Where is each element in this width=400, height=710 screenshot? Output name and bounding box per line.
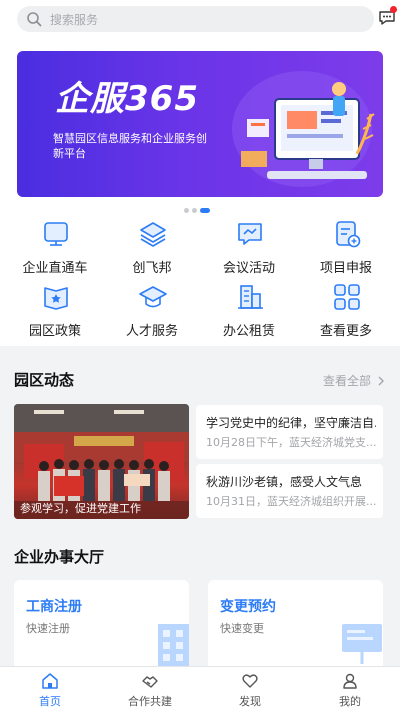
tab-cooperation[interactable]: 合作共建 xyxy=(100,667,200,710)
news-title: 学习党史中的纪律，坚守廉洁自... xyxy=(206,416,376,430)
promo-banner[interactable]: 企服365 智慧园区信息服务和企业服务创新平台 xyxy=(17,51,383,197)
home-icon xyxy=(42,673,58,689)
office-building-icon xyxy=(158,624,189,670)
banner-pagination xyxy=(184,208,213,213)
search-bar[interactable]: 搜索服务 xyxy=(17,6,374,32)
card-title: 变更预约 xyxy=(220,599,276,615)
heart-icon xyxy=(242,674,258,688)
card-change-appointment[interactable]: 变更预约 快速变更 xyxy=(208,580,383,680)
tab-bar: 首页 合作共建 发现 我的 xyxy=(0,666,400,710)
service-label: 办公租赁 xyxy=(222,324,275,339)
card-subtitle: 快速注册 xyxy=(26,622,70,635)
card-subtitle: 快速变更 xyxy=(220,622,264,635)
grid-more-icon xyxy=(334,284,360,310)
tab-label: 合作共建 xyxy=(128,695,172,708)
service-label: 项目申报 xyxy=(319,261,372,276)
tab-home[interactable]: 首页 xyxy=(0,667,100,710)
monitor-icon xyxy=(44,222,68,246)
tab-discover[interactable]: 发现 xyxy=(200,667,300,710)
service-label: 企业直通车 xyxy=(22,261,88,276)
service-item-meetings[interactable]: 会议活动 xyxy=(199,219,299,279)
news-meta: 10月31日，蓝天经济城组织开展... xyxy=(206,495,376,508)
service-label: 查看更多 xyxy=(319,324,372,339)
document-add-icon xyxy=(336,221,361,248)
top-bar: 搜索服务 xyxy=(0,0,400,40)
chevron-right-icon xyxy=(378,376,384,386)
news-title: 秋游川沙老镇，感受人文气息 xyxy=(206,475,363,489)
graduation-cap-icon xyxy=(139,286,167,308)
layers-icon xyxy=(140,222,166,247)
card-business-registration[interactable]: 工商注册 快速注册 xyxy=(14,580,189,680)
banner-subtitle: 智慧园区信息服务和企业服务创新平台 xyxy=(53,132,207,160)
search-placeholder: 搜索服务 xyxy=(50,13,99,27)
hall-title: 企业办事大厅 xyxy=(14,548,105,566)
see-all-link[interactable]: 查看全部 xyxy=(323,372,385,389)
news-meta: 10月28日下午，蓝天经济城党支... xyxy=(206,436,376,449)
service-label: 创飞邦 xyxy=(132,261,172,276)
tab-mine[interactable]: 我的 xyxy=(300,667,400,710)
policy-book-icon xyxy=(44,287,68,310)
service-label: 人才服务 xyxy=(125,324,178,339)
see-all-label: 查看全部 xyxy=(323,374,372,388)
card-title: 工商注册 xyxy=(26,599,82,615)
service-item-park-policy[interactable]: 园区政策 xyxy=(5,282,105,342)
news-photo[interactable]: 参观学习，促进党建工作 xyxy=(14,404,189,519)
banner-logo: 企服365 xyxy=(55,79,199,119)
pagination-dot[interactable] xyxy=(192,208,197,213)
banner-illustration xyxy=(232,71,375,187)
pagination-dot[interactable] xyxy=(184,208,189,213)
chat-chart-icon xyxy=(238,223,262,245)
photo-caption: 参观学习，促进党建工作 xyxy=(20,502,141,515)
service-item-chuangfeibang[interactable]: 创飞邦 xyxy=(102,219,202,279)
service-item-talent[interactable]: 人才服务 xyxy=(102,282,202,342)
service-item-office-rent[interactable]: 办公租赁 xyxy=(199,282,299,342)
building-icon xyxy=(238,285,263,309)
service-label: 会议活动 xyxy=(222,261,275,276)
user-icon xyxy=(343,673,357,689)
notification-dot xyxy=(390,6,397,13)
board-icon xyxy=(342,624,382,664)
park-news-title: 园区动态 xyxy=(14,371,75,389)
service-item-enterprise-express[interactable]: 企业直通车 xyxy=(5,219,105,279)
message-button[interactable] xyxy=(378,6,397,27)
search-icon xyxy=(27,12,42,27)
service-item-project-apply[interactable]: 项目申报 xyxy=(296,219,396,279)
service-label: 园区政策 xyxy=(28,324,81,339)
pagination-dot-active[interactable] xyxy=(200,208,210,213)
news-item[interactable]: 学习党史中的纪律，坚守廉洁自... 10月28日下午，蓝天经济城党支... xyxy=(196,405,383,459)
handshake-icon xyxy=(142,676,158,688)
tab-label: 我的 xyxy=(339,695,361,708)
tab-label: 发现 xyxy=(239,695,261,708)
tab-label: 首页 xyxy=(39,695,61,708)
news-item[interactable]: 秋游川沙老镇，感受人文气息 10月31日，蓝天经济城组织开展... xyxy=(196,464,383,518)
service-item-more[interactable]: 查看更多 xyxy=(296,282,396,342)
